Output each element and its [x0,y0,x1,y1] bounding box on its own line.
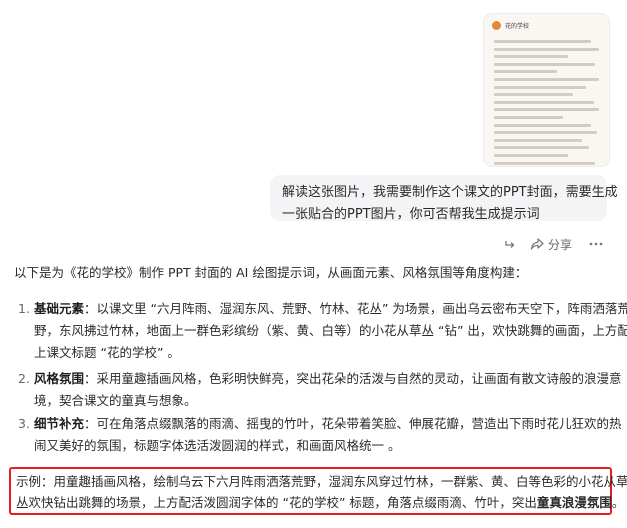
item-label: 风格氛围 [34,371,85,386]
user-message-line: 解读这张图片，我需要制作这个课文的PPT封面，需要生成 [282,185,618,200]
answer-intro: 以下是为《花的学校》制作 PPT 封面的 AI 绘图提示词，从画面元素、风格氛围… [14,265,528,280]
item-text: 境，契合课文的童真与想象。 [34,393,197,408]
item-text: 野，东风拂过竹林，地面上一群色彩缤纷（紫、黄、白等）的小花从草丛 “钻” 出，欢… [34,323,627,338]
example-line: 丛欢快钻出跳舞的场景，上方配活泼圆润字体的 “花的学校” 标题，角落点缀雨滴、竹… [16,492,624,513]
uploaded-image-thumbnail[interactable]: 花的学校 [484,14,609,166]
list-item: 3. 细节补充：可在角落点缀飘落的雨滴、摇曳的竹叶，花朵带着笑脸、伸展花瓣，营造… [18,413,622,457]
share-label: 分享 [548,237,573,252]
user-message-line: 一张贴合的PPT图片，你可否帮我生成提示词 [282,207,540,222]
item-label: 基础元素 [34,301,85,316]
share-action[interactable]: 分享 [530,235,572,253]
thumbnail-title: 花的学校 [505,23,530,30]
user-message-bubble: 解读这张图片，我需要制作这个课文的PPT封面，需要生成 一张贴合的PPT图片，你… [270,175,618,222]
more-icon [589,242,603,246]
list-number: 2. [18,371,30,386]
more-button[interactable] [588,235,604,253]
forward-icon[interactable] [503,237,517,251]
message-actions [503,235,517,253]
example-line: 示例：用童趣插画风格，绘制乌云下六月阵雨洒落荒野，湿润东风穿过竹林，一群紫、黄、… [16,474,627,489]
share-button[interactable]: 分享 [530,236,572,253]
list-item: 2. 风格氛围：采用童趣插画风格，色彩明快鲜亮，突出花朵的活泼与自然的灵动，让画… [18,368,622,412]
flower-icon [492,21,501,30]
example-prompt-box: 示例：用童趣插画风格，绘制乌云下六月阵雨洒落荒野，湿润东风穿过竹林，一群紫、黄、… [9,467,627,515]
thumbnail-header: 花的学校 [492,21,529,30]
list-number: 3. [18,416,30,431]
thumbnail-text-block [494,40,599,166]
example-end: 。 [611,495,625,510]
list-number: 1. [18,301,30,316]
list-item: 1. 基础元素：以课文里 “六月阵雨、湿润东风、荒野、竹林、花丛” 为场景，画出… [18,298,627,364]
item-text: 上课文标题 “花的学校” 。 [34,345,180,360]
item-text: ：以课文里 “六月阵雨、湿润东风、荒野、竹林、花丛” 为场景，画出乌云密布天空下… [84,301,627,316]
share-icon [530,238,544,250]
item-text: 闹又美好的氛围，标题字体选活泼圆润的样式，和画面风格统一 。 [34,438,401,453]
item-text: ：可在角落点缀飘落的雨滴、摇曳的竹叶，花朵带着笑脸、伸展花瓣，营造出下雨时花儿狂… [84,416,622,431]
item-label: 细节补充 [34,416,85,431]
example-text: 丛欢快钻出跳舞的场景，上方配活泼圆润字体的 “花的学校” 标题，角落点缀雨滴、竹… [16,495,537,510]
item-text: ：采用童趣插画风格，色彩明快鲜亮，突出花朵的活泼与自然的灵动，让画面有散文诗般的… [84,371,622,386]
example-emphasis: 童真浪漫氛围 [536,495,612,510]
